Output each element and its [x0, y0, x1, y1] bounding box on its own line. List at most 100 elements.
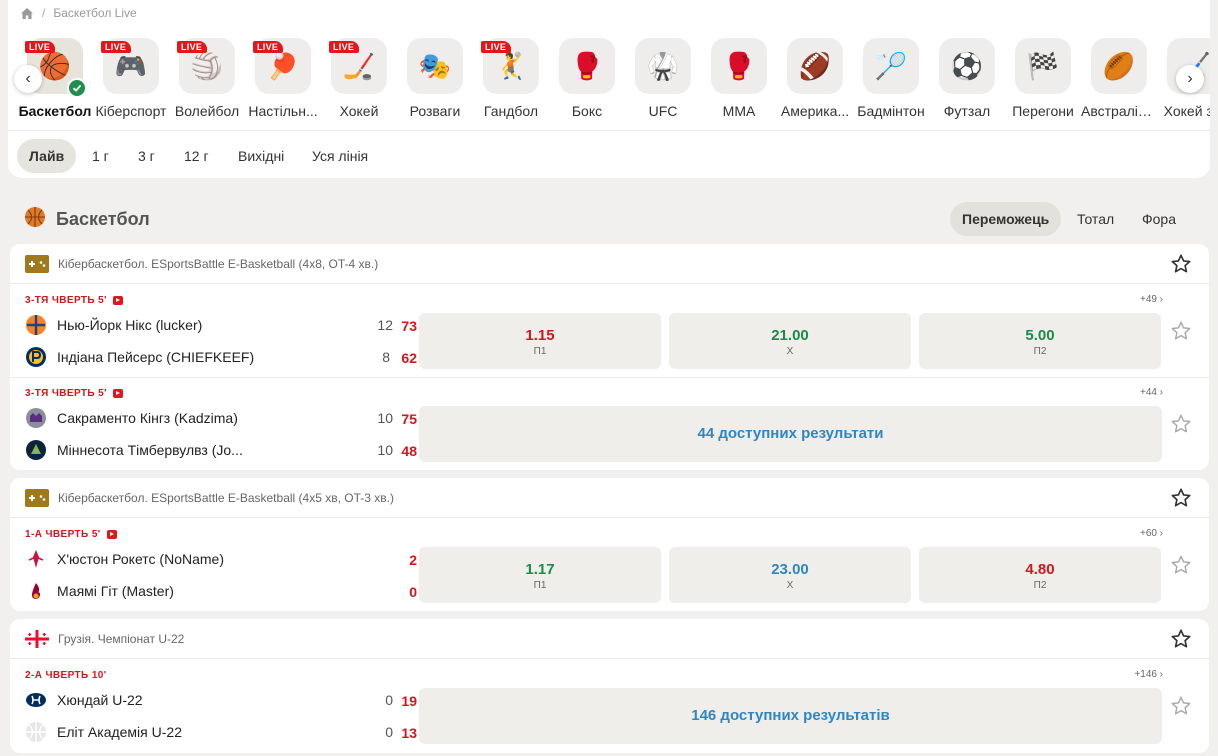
filter-live[interactable]: Лайв [17, 139, 77, 173]
odd-draw[interactable]: 23.00 Х [669, 547, 911, 603]
more-markets-link[interactable]: +60 [1140, 528, 1157, 539]
team-name: Еліт Академія U-22 [57, 724, 182, 740]
favorite-league-star-icon[interactable] [1170, 487, 1192, 509]
breadcrumb-separator: / [42, 6, 46, 20]
league-name: Грузія. Чемпіонат U-22 [58, 632, 185, 646]
sport-label: Хокей з м [1163, 103, 1210, 119]
sport-item[interactable]: 🥊 Бокс [549, 38, 625, 119]
gamepad-icon: 🎮 LIVE [101, 38, 159, 94]
carousel-next-button[interactable]: › [1176, 65, 1204, 93]
sport-item[interactable]: 🏉 Австралій... [1081, 38, 1157, 119]
favorite-event-star-icon[interactable] [1170, 554, 1192, 576]
odd-value: 21.00 [771, 327, 809, 344]
time-filters: Лайв 1 г 3 г 12 г Вихідні Уся лінія [8, 130, 1210, 178]
team-home: Нью-Йорк Нікс (lucker) [25, 314, 202, 336]
odd-label: Х [786, 346, 794, 357]
breadcrumb: / Баскетбол Live [20, 6, 137, 20]
filter-weekend[interactable]: Вихідні [226, 139, 296, 173]
sport-item[interactable]: 🥊 MMA [701, 38, 777, 119]
period-score: 12 [377, 317, 393, 333]
total-score: 0 [409, 584, 417, 600]
default-team-logo-icon [26, 722, 46, 742]
heat-logo-icon [26, 581, 46, 601]
rockets-logo-icon [26, 549, 46, 569]
sport-item[interactable]: ⚽ Футзал [929, 38, 1005, 119]
filter-12h[interactable]: 12 г [172, 139, 221, 173]
more-markets-link[interactable]: +49 [1140, 294, 1157, 305]
sport-label: Настільн... [248, 103, 318, 119]
divider [10, 377, 1209, 378]
sport-label: Кіберспорт [95, 103, 167, 119]
section-header: Баскетбол [24, 206, 150, 233]
home-icon[interactable] [20, 7, 34, 20]
kings-logo-icon [26, 408, 46, 428]
league-header[interactable]: Грузія. Чемпіонат U-22 [10, 619, 1209, 659]
odd-away-win[interactable]: 5.00 П2 [919, 313, 1161, 369]
team-name: Нью-Йорк Нікс (lucker) [57, 317, 203, 333]
sport-item[interactable]: 🤾 LIVE Гандбол [473, 38, 549, 119]
odd-away-win[interactable]: 4.80 П2 [919, 547, 1161, 603]
available-results-button[interactable]: 44 доступних результати [419, 406, 1162, 462]
tab-handicap[interactable]: Фора [1130, 202, 1188, 236]
sport-item[interactable]: 🏐 LIVE Волейбол [169, 38, 245, 119]
chevron-right-icon: › [1187, 70, 1193, 87]
favorite-event-star-icon[interactable] [1170, 695, 1192, 717]
sport-label: Бокс [571, 103, 603, 119]
timberwolves-logo-icon [26, 440, 46, 460]
match-period: 3-ТЯ ЧВЕРТЬ 5' [25, 388, 107, 399]
tab-winner[interactable]: Переможець [950, 202, 1062, 236]
sport-item[interactable]: 🏸 Бадмінтон [853, 38, 929, 119]
filter-all-line[interactable]: Уся лінія [300, 139, 380, 173]
filter-1h[interactable]: 1 г [80, 139, 121, 173]
match-period: 2-А ЧВЕРТЬ 10' [25, 670, 107, 681]
sport-label: Гандбол [483, 103, 539, 119]
carousel-prev-button[interactable]: ‹ [14, 65, 42, 93]
chevron-right-icon: › [1159, 294, 1163, 305]
sport-item[interactable]: 🏒 LIVE Хокей [321, 38, 397, 119]
checkered-flag-icon: 🏁 [1015, 38, 1071, 94]
sport-label: MMA [722, 103, 756, 119]
sports-filter-panel: / Баскетбол Live 🏀 LIVE Баскетбол 🎮 LIVE Кібе… [8, 0, 1210, 178]
odd-draw[interactable]: 21.00 Х [669, 313, 911, 369]
live-badge: LIVE [177, 41, 208, 53]
sport-item[interactable]: 🎮 LIVE Кіберспорт [93, 38, 169, 119]
sport-label: Хокей [339, 103, 379, 119]
odd-value: 4.80 [1025, 561, 1055, 578]
sport-item[interactable]: 🥋 UFC [625, 38, 701, 119]
favorite-league-star-icon[interactable] [1170, 628, 1192, 650]
more-markets-link[interactable]: +146 [1134, 669, 1157, 680]
live-stream-icon[interactable] [106, 530, 117, 539]
sport-item[interactable]: 🏁 Перегони [1005, 38, 1081, 119]
league-header[interactable]: Кібербаскетбол. ESportsBattle E-Basketba… [10, 244, 1209, 284]
georgia-flag-icon [25, 630, 49, 648]
favorite-event-star-icon[interactable] [1170, 320, 1192, 342]
more-markets-link[interactable]: +44 [1140, 387, 1157, 398]
live-stream-icon[interactable] [112, 296, 123, 305]
aussie-football-icon: 🏉 [1091, 38, 1147, 94]
sport-label: Футзал [943, 103, 991, 119]
league-header[interactable]: Кібербаскетбол. ESportsBattle E-Basketba… [10, 478, 1209, 518]
sport-item[interactable]: 🏓 LIVE Настільн... [245, 38, 321, 119]
available-results-button[interactable]: 146 доступних результатів [419, 688, 1162, 744]
league-card: Кібербаскетбол. ESportsBattle E-Basketba… [10, 244, 1209, 470]
odd-home-win[interactable]: 1.15 П1 [419, 313, 661, 369]
favorite-event-star-icon[interactable] [1170, 413, 1192, 435]
sport-item[interactable]: 🏈 Америка... [777, 38, 853, 119]
sport-item[interactable]: 🎭 Розваги [397, 38, 473, 119]
odd-home-win[interactable]: 1.17 П1 [419, 547, 661, 603]
tab-total[interactable]: Тотал [1065, 202, 1126, 236]
shuttlecock-icon: 🏸 [863, 38, 919, 94]
favorite-league-star-icon[interactable] [1170, 253, 1192, 275]
hockey-puck-icon: 🏒 LIVE [329, 38, 387, 94]
team-name: Індіана Пейсерс (CHIEFKEEF) [57, 349, 255, 365]
live-stream-icon[interactable] [112, 389, 123, 398]
period-score: 10 [377, 442, 393, 458]
check-icon [67, 78, 87, 98]
team-name: Х'юстон Рокетс (NoName) [57, 551, 224, 567]
filter-3h[interactable]: 3 г [126, 139, 167, 173]
league-card: Грузія. Чемпіонат U-22 2-А ЧВЕРТЬ 10' +1… [10, 619, 1209, 753]
odd-value: 1.17 [525, 561, 555, 578]
sport-label: Волейбол [174, 103, 240, 119]
chevron-right-icon: › [1159, 387, 1163, 398]
esports-league-icon [25, 255, 49, 273]
